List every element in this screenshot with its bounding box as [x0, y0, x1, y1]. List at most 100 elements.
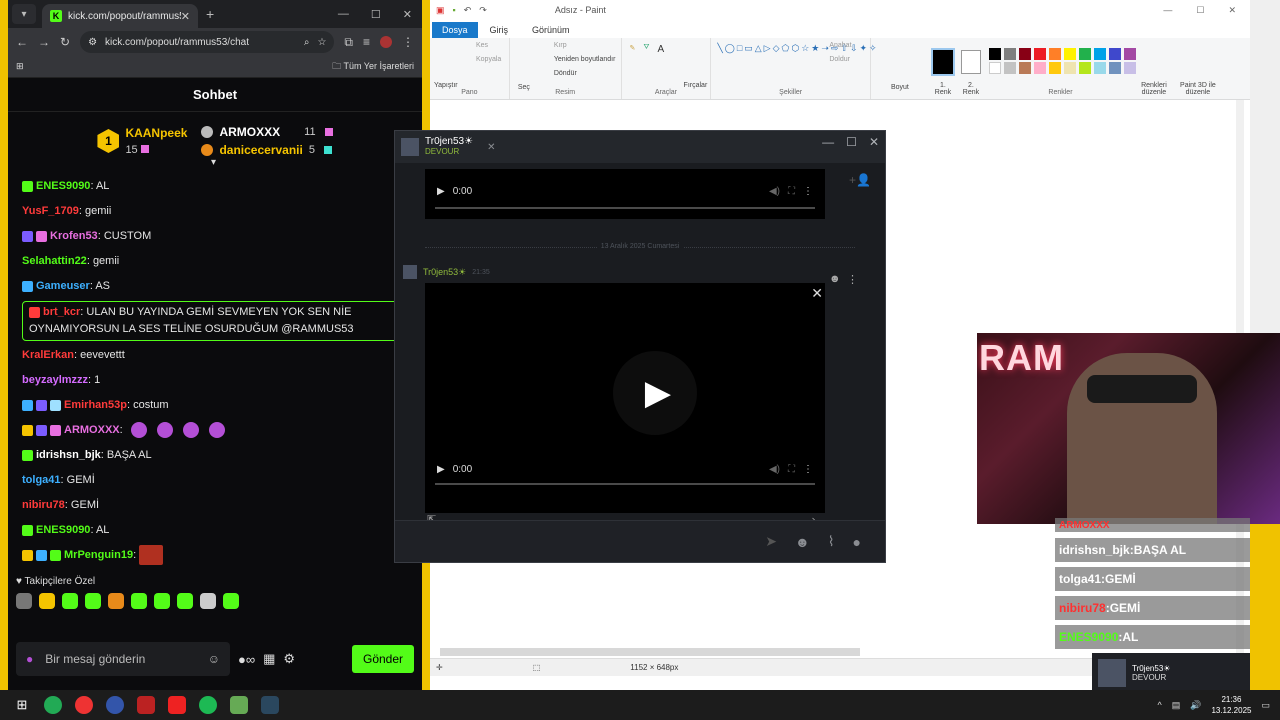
emote-icon[interactable]: [108, 593, 124, 609]
emote-icon[interactable]: [62, 593, 78, 609]
back-icon[interactable]: ←: [16, 35, 28, 49]
voice-icon[interactable]: ●: [853, 534, 861, 550]
steam-message-input[interactable]: ➤ ☻ ⌇ ●: [395, 520, 885, 562]
emote-icon[interactable]: [200, 593, 216, 609]
color-swatch[interactable]: [1108, 62, 1121, 74]
menu-file[interactable]: Dosya: [432, 22, 478, 38]
friend-avatar[interactable]: [401, 138, 419, 156]
chat-username[interactable]: ARMOXXX: [64, 424, 120, 436]
chat-username[interactable]: brt_kcr: [43, 306, 80, 318]
new-tab-button[interactable]: +: [206, 6, 214, 22]
maximize-button[interactable]: ☐: [846, 135, 857, 149]
emote-icon[interactable]: [131, 593, 147, 609]
color-swatch[interactable]: [1123, 62, 1136, 74]
fill-button[interactable]: Doldur: [829, 56, 850, 63]
zoom-icon[interactable]: ⌕: [304, 37, 310, 48]
play-icon[interactable]: ▶: [437, 186, 445, 197]
select-button[interactable]: Seç: [518, 84, 530, 91]
settings-gear-icon[interactable]: ⚙: [283, 651, 295, 667]
color-swatch[interactable]: [1123, 48, 1136, 60]
undo-icon[interactable]: ↶: [464, 5, 472, 16]
color1-button[interactable]: 1. Renk: [931, 82, 955, 96]
video-player-main[interactable]: ✕ ▶ ▶ 0:00 ◀) ⛶ ⋮: [425, 283, 825, 513]
color-swatch[interactable]: [988, 62, 1001, 74]
resize-button[interactable]: Yeniden boyutlandır: [554, 56, 616, 63]
cut-button[interactable]: Kes: [476, 42, 488, 49]
text-icon[interactable]: A: [658, 44, 665, 55]
fill-icon[interactable]: ⛛: [644, 44, 650, 52]
close-video-icon[interactable]: ✕: [811, 285, 823, 302]
minimize-button[interactable]: —: [822, 135, 834, 149]
emote-icon[interactable]: [16, 593, 32, 609]
copy-button[interactable]: Kopyala: [476, 56, 501, 63]
color-swatch[interactable]: [1048, 62, 1061, 74]
friend-name[interactable]: Tr0jen53☀: [425, 137, 473, 147]
send-icon[interactable]: ➤: [765, 533, 777, 550]
more-icon[interactable]: ⋮: [803, 464, 813, 475]
chat-username[interactable]: KralErkan: [22, 349, 74, 361]
spotify-icon[interactable]: [199, 696, 217, 714]
leaderboard-second[interactable]: ARMOXXX 11: [201, 125, 333, 139]
emote-icon[interactable]: [154, 593, 170, 609]
send-button[interactable]: Gönder: [352, 645, 414, 673]
color1-swatch[interactable]: [930, 48, 955, 76]
store-icon[interactable]: ▦: [263, 651, 275, 667]
tray-overflow-icon[interactable]: ^: [1157, 700, 1161, 710]
color2-swatch[interactable]: [960, 50, 981, 74]
menu-home[interactable]: Giriş: [478, 22, 521, 38]
windows-start-icon[interactable]: ⊞: [13, 696, 31, 714]
message-options-icon[interactable]: ⋮: [847, 273, 858, 286]
color-swatch[interactable]: [1048, 48, 1061, 60]
color-swatch[interactable]: [1033, 62, 1046, 74]
tab-close-icon[interactable]: ✕: [181, 10, 190, 23]
paste-button[interactable]: Yapıştır: [434, 82, 458, 89]
notifications-icon[interactable]: ▭: [1261, 700, 1270, 711]
chat-username[interactable]: MrPenguin19: [64, 549, 133, 561]
expand-leaderboard-icon[interactable]: ▾: [211, 157, 216, 168]
clock[interactable]: 21:36 13.12.2025: [1211, 694, 1251, 716]
chat-username[interactable]: nibiru78: [22, 499, 65, 511]
video-player-previous[interactable]: ▶ 0:00 ◀) ⛶ ⋮: [425, 169, 825, 219]
emoji-icon[interactable]: ☺: [208, 652, 220, 666]
app-icon[interactable]: [230, 696, 248, 714]
open-external-icon[interactable]: ⇱: [427, 513, 436, 520]
color2-button[interactable]: 2. Renk: [959, 82, 983, 96]
pencil-icon[interactable]: ✎: [630, 44, 636, 52]
outline-button[interactable]: Anahat: [829, 42, 851, 49]
fullscreen-icon[interactable]: ⛶: [788, 464, 795, 475]
emote-icon[interactable]: [39, 593, 55, 609]
volume-icon[interactable]: 🔊: [1190, 700, 1201, 711]
maximize-button[interactable]: ☐: [371, 8, 381, 21]
close-button[interactable]: ✕: [869, 135, 879, 149]
brushes-button[interactable]: Fırçalar: [684, 82, 708, 89]
attach-icon[interactable]: ⌇: [828, 533, 835, 550]
add-friend-icon[interactable]: +👤: [849, 173, 871, 187]
reload-icon[interactable]: ↻: [60, 35, 70, 49]
minimize-button[interactable]: —: [1163, 5, 1172, 16]
react-emoji-icon[interactable]: ☻: [829, 273, 841, 285]
redo-icon[interactable]: ↷: [479, 5, 487, 16]
emote-icon[interactable]: [223, 593, 239, 609]
color-swatch[interactable]: [988, 48, 1001, 60]
emoticon-icon[interactable]: ☻: [795, 534, 810, 550]
sender-avatar[interactable]: [403, 265, 417, 279]
chrome-icon[interactable]: [75, 696, 93, 714]
kicks-icon[interactable]: ●∞: [238, 652, 255, 667]
color-swatch[interactable]: [1003, 62, 1016, 74]
color-swatch[interactable]: [1018, 48, 1031, 60]
maximize-button[interactable]: ☐: [1196, 5, 1204, 16]
size-button[interactable]: Boyut: [891, 84, 909, 91]
chat-message-input[interactable]: ● Bir mesaj gönderin ☺: [16, 642, 230, 676]
sender-name[interactable]: Tr0jen53☀: [423, 267, 466, 278]
emote-icon[interactable]: [85, 593, 101, 609]
emote-icon[interactable]: [177, 593, 193, 609]
site-info-icon[interactable]: ⚙: [88, 37, 97, 48]
color-swatch[interactable]: [1063, 62, 1076, 74]
rotate-button[interactable]: Döndür: [554, 70, 577, 77]
profile-avatar[interactable]: [380, 36, 392, 48]
chat-username[interactable]: ENES9090: [36, 180, 90, 192]
forward-icon[interactable]: →: [38, 35, 50, 49]
close-button[interactable]: ✕: [403, 8, 412, 21]
video-progress[interactable]: [435, 483, 815, 485]
big-play-button[interactable]: ▶: [613, 351, 697, 435]
